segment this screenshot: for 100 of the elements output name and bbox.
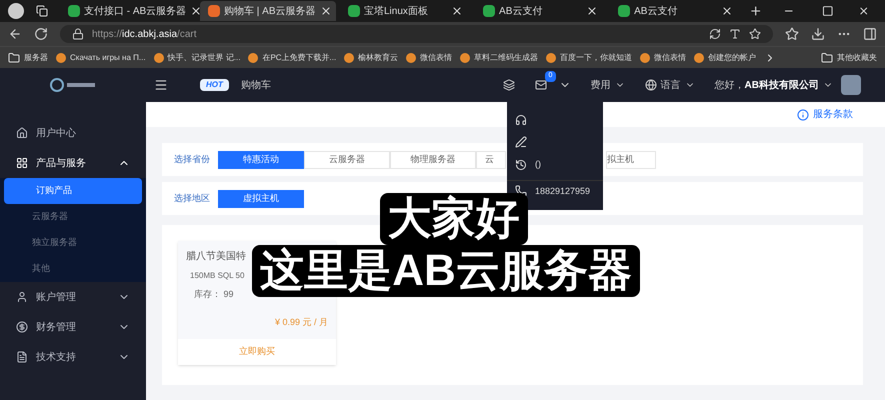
submenu-item[interactable]: 独立服务器 — [0, 230, 146, 256]
close-icon[interactable] — [190, 5, 202, 17]
logo-icon — [50, 78, 96, 92]
site-icon — [208, 5, 220, 17]
star-icon[interactable] — [749, 28, 761, 40]
terms-link[interactable]: 服务条款 — [797, 107, 853, 122]
close-icon[interactable] — [320, 5, 332, 17]
video-caption: 这里是AB云服务器 — [252, 245, 640, 297]
menu-item-icon — [16, 321, 28, 333]
account-menu[interactable]: 您好，AB科技有限公司 — [714, 78, 833, 92]
site-icon — [406, 52, 416, 62]
tabs-icon[interactable] — [36, 5, 48, 17]
browser-tab[interactable]: 支付接口 - AB云服务器 — [60, 1, 196, 21]
product-spec: 150MB SQL 50 — [189, 270, 246, 282]
close-icon[interactable] — [586, 5, 598, 17]
site-icon — [483, 5, 496, 17]
filter-option[interactable]: 虚拟主机 — [218, 190, 304, 208]
browser-tab[interactable]: 购物车 | AB云服务器 — [200, 1, 336, 21]
video-caption: 大家好 — [380, 193, 528, 245]
site-icon — [694, 52, 704, 62]
bookmark[interactable]: 服务器 — [8, 52, 48, 64]
bookmark[interactable]: 百度一下，你就知道 — [546, 52, 632, 64]
filter-label: 选择省份 — [174, 152, 211, 166]
submenu-item[interactable]: 云服务器 — [0, 204, 146, 230]
lock-icon — [72, 28, 84, 40]
tab-title: 购物车 | AB云服务器 — [224, 4, 316, 18]
site-icon — [348, 5, 360, 17]
back-icon[interactable] — [8, 27, 22, 41]
bookmark[interactable]: 草料二维码生成器 — [460, 52, 538, 64]
browser-tab[interactable]: 宝塔Linux面板 — [340, 1, 472, 21]
filter-option[interactable]: 拟主机 — [606, 150, 656, 168]
edit-icon — [515, 136, 527, 148]
browser-tab[interactable]: AB云支付 — [610, 1, 742, 21]
bookmark[interactable]: 微信表情 — [406, 52, 452, 64]
site-icon — [68, 5, 80, 17]
site-icon — [154, 52, 164, 62]
bookmark[interactable]: 快手、记录世界 记... — [154, 52, 240, 64]
refresh-icon[interactable] — [709, 28, 721, 40]
language-menu[interactable]: 语言 — [644, 78, 695, 92]
fees-menu[interactable]: 费用 — [590, 78, 625, 92]
reload-icon[interactable] — [34, 27, 48, 41]
site-icon — [344, 52, 354, 62]
folder-icon — [8, 52, 20, 64]
browser-tab[interactable]: AB云支付 — [475, 1, 606, 21]
cart-link[interactable]: 购物车 — [240, 78, 271, 92]
sidebar-icon[interactable] — [863, 27, 877, 41]
bookmark[interactable]: Скачать игры на П... — [56, 52, 146, 64]
stock-text: 库存： 99 — [193, 288, 235, 301]
close-icon[interactable] — [451, 5, 464, 17]
info-icon — [797, 108, 809, 120]
tab-title: 支付接口 - AB云服务器 — [84, 4, 186, 18]
avatar[interactable] — [841, 75, 861, 95]
filter-label: 选择地区 — [174, 192, 211, 205]
bookmark[interactable]: 榆林教育云 — [344, 52, 398, 64]
address-bar[interactable]: https://idc.abkj.asia/cart — [60, 25, 773, 43]
download-icon[interactable] — [811, 27, 825, 41]
history-icon — [515, 158, 527, 171]
site-icon — [640, 52, 650, 62]
dropdown-item[interactable]: () — [507, 153, 603, 176]
favorites-icon[interactable] — [785, 27, 799, 41]
close-icon[interactable] — [721, 5, 734, 17]
folder-icon — [821, 52, 833, 64]
submenu-item[interactable]: 其他 — [0, 256, 146, 282]
layers-icon[interactable] — [502, 79, 515, 91]
site-icon — [56, 52, 66, 62]
menu-item-icon — [16, 351, 28, 363]
menu-item-icon — [16, 157, 28, 169]
sidebar-item[interactable]: 财务管理 — [0, 312, 146, 342]
globe-icon — [644, 79, 657, 91]
sidebar-item[interactable]: 技术支持 — [0, 342, 146, 372]
filter-option[interactable]: 云 — [476, 150, 506, 168]
bookmark[interactable]: 在PC上免费下载并... — [248, 52, 336, 64]
mail-icon[interactable] — [534, 79, 547, 91]
site-icon — [460, 52, 470, 62]
submenu-item[interactable]: 订购产品 — [4, 178, 142, 204]
new-tab-icon[interactable] — [749, 4, 763, 18]
filter-option[interactable]: 云服务器 — [304, 150, 390, 168]
sidebar-item[interactable]: 账户管理 — [0, 282, 146, 312]
support-icon — [515, 114, 527, 126]
site-icon — [546, 52, 556, 62]
sidebar-item[interactable]: 用户中心 — [0, 118, 146, 148]
product-name: 腊八节美国特 — [186, 250, 247, 264]
tab-title: 宝塔Linux面板 — [364, 4, 429, 18]
close-icon[interactable] — [858, 5, 870, 17]
hot-badge: HOT — [200, 79, 229, 91]
maximize-icon[interactable] — [822, 5, 834, 17]
tab-title: AB云支付 — [499, 4, 544, 18]
bookmark[interactable]: 创建您的帐户 — [694, 52, 756, 64]
read-aloud-icon[interactable] — [729, 28, 741, 40]
filter-option[interactable]: 物理服务器 — [390, 150, 476, 168]
filter-option[interactable]: 特惠活动 — [218, 150, 304, 168]
profile-icon[interactable] — [8, 3, 24, 19]
other-bookmarks[interactable]: 其他收藏夹 — [821, 52, 877, 64]
site-icon — [618, 5, 630, 17]
bookmark[interactable]: 微信表情 — [640, 52, 686, 64]
site-icon — [248, 52, 258, 62]
sidebar-item[interactable]: 产品与服务 — [0, 148, 146, 178]
price-text: ¥ 0.99 元 / 月 — [274, 316, 328, 328]
menu-icon[interactable] — [154, 78, 168, 92]
tab-title: AB云支付 — [634, 4, 678, 18]
